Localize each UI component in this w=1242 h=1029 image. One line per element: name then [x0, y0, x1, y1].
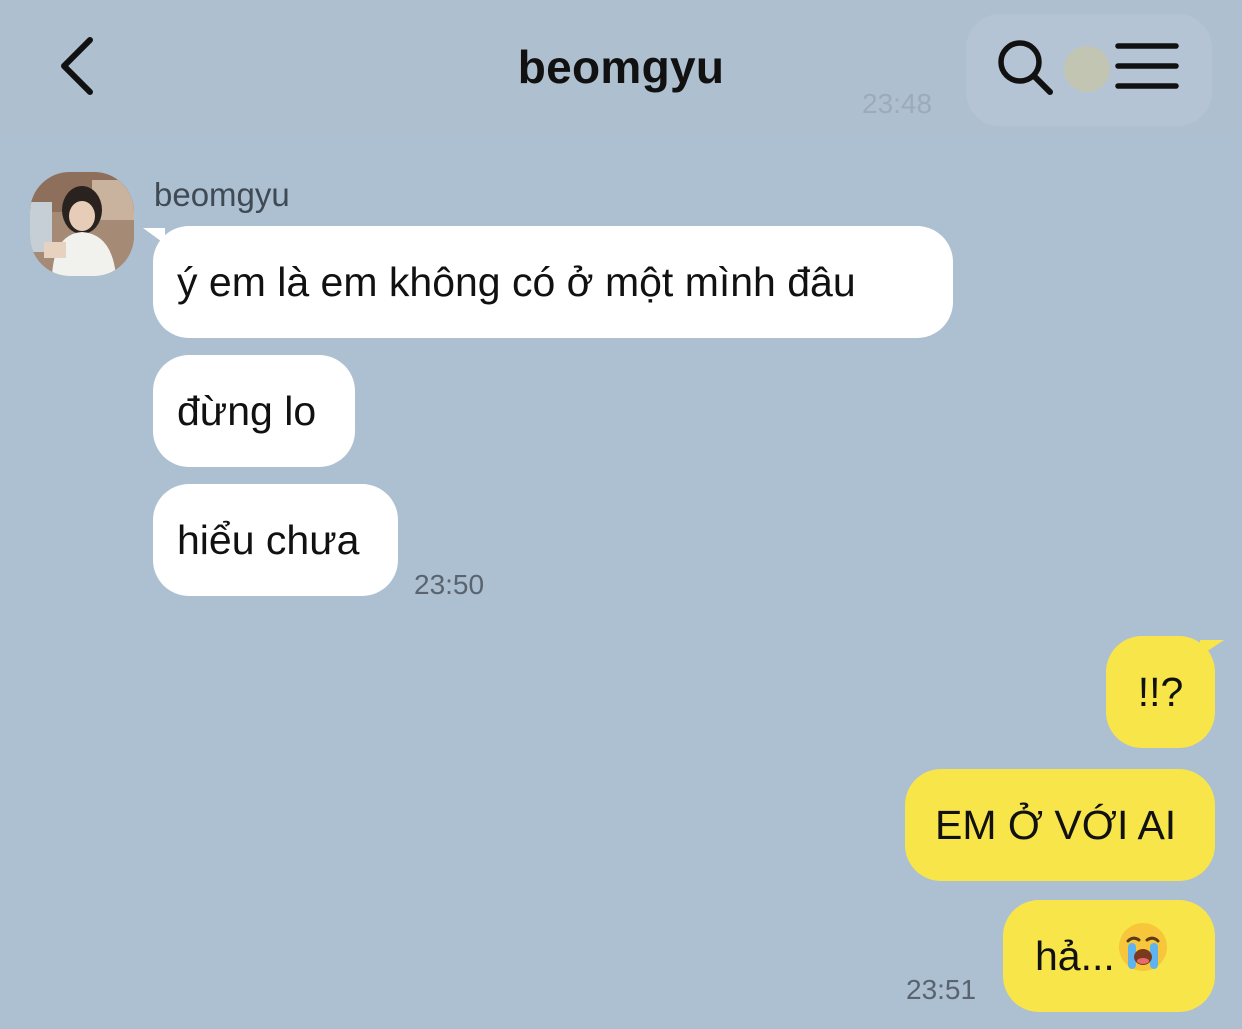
menu-button[interactable]	[1110, 38, 1182, 94]
incoming-message[interactable]: ý em là em không có ở một mình đâu	[153, 226, 953, 338]
incoming-message[interactable]: hiểu chưa	[153, 484, 398, 596]
outgoing-message-text: hả...	[1035, 933, 1115, 979]
sender-name: beomgyu	[154, 176, 290, 213]
outgoing-message[interactable]: EM Ở VỚI AI	[905, 769, 1215, 881]
hamburger-menu-icon	[1115, 43, 1179, 89]
incoming-message[interactable]: đừng lo	[153, 355, 355, 467]
chat-header: 23:48 beomgyu	[0, 0, 1242, 134]
outgoing-message[interactable]: hả...	[1003, 900, 1215, 1012]
avatar[interactable]	[30, 172, 134, 276]
outgoing-message[interactable]: !!?	[1106, 636, 1215, 748]
incoming-timestamp: 23:50	[414, 569, 485, 600]
loudly-crying-face-icon	[1117, 903, 1169, 1015]
search-button[interactable]	[994, 36, 1056, 98]
outgoing-timestamp: 23:51	[906, 974, 977, 1005]
search-icon	[998, 40, 1053, 95]
profile-photo	[30, 172, 134, 276]
